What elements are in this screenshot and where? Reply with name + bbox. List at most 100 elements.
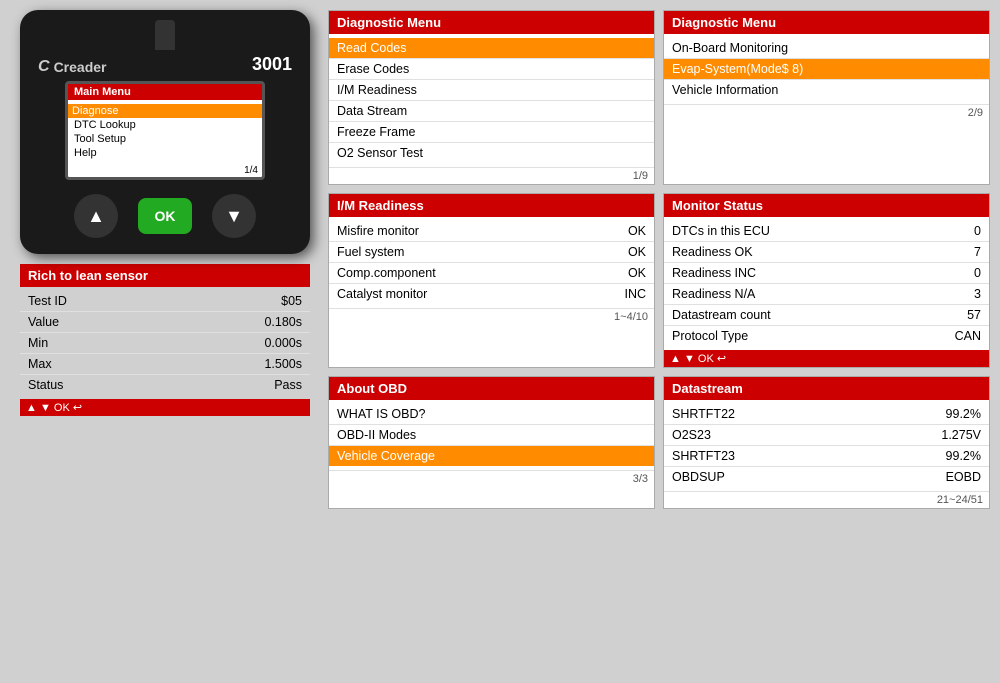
diag1-freeze-frame[interactable]: Freeze Frame: [329, 122, 654, 143]
sensor-value-max: 1.500s: [264, 357, 302, 371]
diag1-o2-sensor[interactable]: O2 Sensor Test: [329, 143, 654, 163]
device-model: 3001: [252, 54, 292, 75]
diag1-read-codes[interactable]: Read Codes: [329, 38, 654, 59]
rich-lean-panel: Rich to lean sensor Test ID $05 Value 0.…: [20, 264, 310, 416]
im-value-catalyst: INC: [624, 287, 646, 301]
ds-value-o2s23: 1.275V: [941, 428, 981, 442]
rich-lean-header: Rich to lean sensor: [20, 264, 310, 287]
im-value-misfire: OK: [628, 224, 646, 238]
row3: About OBD WHAT IS OBD? OBD-II Modes Vehi…: [328, 376, 990, 509]
diag1-label-o2: O2 Sensor Test: [337, 146, 646, 160]
sensor-value-testid: $05: [281, 294, 302, 308]
diag1-label-rc: Read Codes: [337, 41, 646, 55]
sensor-row-min: Min 0.000s: [20, 333, 310, 354]
diag2-label-ob: On-Board Monitoring: [672, 41, 981, 55]
monitor-label-ds: Datastream count: [672, 308, 967, 322]
sensor-value-status: Pass: [274, 378, 302, 392]
device-column: C Creader 3001 Main Menu Diagnose DTC Lo…: [10, 10, 320, 416]
ds-row-shrtft23: SHRTFT23 99.2%: [664, 446, 989, 467]
ds-label-o2s23: O2S23: [672, 428, 941, 442]
diag2-label-evap: Evap-System(Mode$ 8): [672, 62, 981, 76]
im-row-catalyst: Catalyst monitor INC: [329, 284, 654, 304]
device-brand: C Creader: [38, 58, 106, 76]
ds-value-obdsup: EOBD: [946, 470, 981, 484]
diag1-body: Read Codes Erase Codes I/M Readiness Dat…: [329, 34, 654, 167]
ok-button[interactable]: OK: [138, 198, 192, 234]
monitor-row-dtcs: DTCs in this ECU 0: [664, 221, 989, 242]
monitor-body: DTCs in this ECU 0 Readiness OK 7 Readin…: [664, 217, 989, 350]
monitor-status-panel: Monitor Status DTCs in this ECU 0 Readin…: [663, 193, 990, 368]
diag1-header: Diagnostic Menu: [329, 11, 654, 34]
monitor-value-na: 3: [974, 287, 981, 301]
sensor-nav-text: ▲ ▼ OK ↩: [26, 401, 82, 414]
sensor-label-status: Status: [28, 378, 274, 392]
ds-label-shrtft22: SHRTFT22: [672, 407, 946, 421]
device-buttons: ▲ OK ▼: [74, 194, 256, 238]
diag2-label-vi: Vehicle Information: [672, 83, 981, 97]
diag2-vehicle-info[interactable]: Vehicle Information: [664, 80, 989, 100]
monitor-label-dtcs: DTCs in this ECU: [672, 224, 974, 238]
diag1-data-stream[interactable]: Data Stream: [329, 101, 654, 122]
sensor-row-status: Status Pass: [20, 375, 310, 395]
device-cable: [155, 20, 175, 50]
diag2-body: On-Board Monitoring Evap-System(Mode$ 8)…: [664, 34, 989, 104]
screen-item-tool[interactable]: Tool Setup: [74, 132, 256, 146]
im-label-misfire: Misfire monitor: [337, 224, 628, 238]
diag2-onboard[interactable]: On-Board Monitoring: [664, 38, 989, 59]
monitor-footer-nav: ▲ ▼ OK ↩: [664, 350, 989, 367]
sensor-label-testid: Test ID: [28, 294, 281, 308]
im-label-comp: Comp.component: [337, 266, 628, 280]
screen-item-dtc[interactable]: DTC Lookup: [74, 118, 256, 132]
screen-item-diagnose[interactable]: Diagnose: [68, 104, 262, 118]
monitor-label-inc: Readiness INC: [672, 266, 974, 280]
brand-label: Creader: [54, 59, 107, 75]
obd-header: About OBD: [329, 377, 654, 400]
monitor-row-ds: Datastream count 57: [664, 305, 989, 326]
obd-label-modes: OBD-II Modes: [337, 428, 646, 442]
ds-row-o2s23: O2S23 1.275V: [664, 425, 989, 446]
im-value-fuel: OK: [628, 245, 646, 259]
screen-item-help[interactable]: Help: [74, 146, 256, 160]
diag1-label-ff: Freeze Frame: [337, 125, 646, 139]
diag1-im-readiness[interactable]: I/M Readiness: [329, 80, 654, 101]
ds-row-obdsup: OBDSUP EOBD: [664, 467, 989, 487]
im-value-comp: OK: [628, 266, 646, 280]
up-button[interactable]: ▲: [74, 194, 118, 238]
obd-row-what[interactable]: WHAT IS OBD?: [329, 404, 654, 425]
diagnostic-menu-1: Diagnostic Menu Read Codes Erase Codes I…: [328, 10, 655, 185]
sensor-footer-nav: ▲ ▼ OK ↩: [20, 399, 310, 416]
diag1-footer: 1/9: [329, 167, 654, 184]
obd-device: C Creader 3001 Main Menu Diagnose DTC Lo…: [20, 10, 310, 254]
im-header: I/M Readiness: [329, 194, 654, 217]
obd-row-modes[interactable]: OBD-II Modes: [329, 425, 654, 446]
diag2-evap[interactable]: Evap-System(Mode$ 8): [664, 59, 989, 80]
ds-value-shrtft22: 99.2%: [946, 407, 981, 421]
monitor-row-proto: Protocol Type CAN: [664, 326, 989, 346]
monitor-label-ok: Readiness OK: [672, 245, 974, 259]
diagnostic-menu-2: Diagnostic Menu On-Board Monitoring Evap…: [663, 10, 990, 185]
im-readiness-panel: I/M Readiness Misfire monitor OK Fuel sy…: [328, 193, 655, 368]
down-button[interactable]: ▼: [212, 194, 256, 238]
diag2-header: Diagnostic Menu: [664, 11, 989, 34]
ds-header: Datastream: [664, 377, 989, 400]
datastream-panel: Datastream SHRTFT22 99.2% O2S23 1.275V S…: [663, 376, 990, 509]
about-obd-panel: About OBD WHAT IS OBD? OBD-II Modes Vehi…: [328, 376, 655, 509]
im-row-fuel: Fuel system OK: [329, 242, 654, 263]
sensor-row-value: Value 0.180s: [20, 312, 310, 333]
monitor-header: Monitor Status: [664, 194, 989, 217]
monitor-row-ok: Readiness OK 7: [664, 242, 989, 263]
im-label-fuel: Fuel system: [337, 245, 628, 259]
diag1-erase-codes[interactable]: Erase Codes: [329, 59, 654, 80]
screen-header: Main Menu: [68, 84, 262, 100]
sensor-label-value: Value: [28, 315, 264, 329]
monitor-value-proto: CAN: [955, 329, 981, 343]
obd-body: WHAT IS OBD? OBD-II Modes Vehicle Covera…: [329, 400, 654, 470]
diag1-label-ec: Erase Codes: [337, 62, 646, 76]
obd-row-coverage[interactable]: Vehicle Coverage: [329, 446, 654, 466]
ds-value-shrtft23: 99.2%: [946, 449, 981, 463]
obd-footer: 3/3: [329, 470, 654, 487]
ds-label-obdsup: OBDSUP: [672, 470, 946, 484]
device-screen: Main Menu Diagnose DTC Lookup Tool Setup…: [65, 81, 265, 180]
obd-label-coverage: Vehicle Coverage: [337, 449, 646, 463]
im-body: Misfire monitor OK Fuel system OK Comp.c…: [329, 217, 654, 308]
